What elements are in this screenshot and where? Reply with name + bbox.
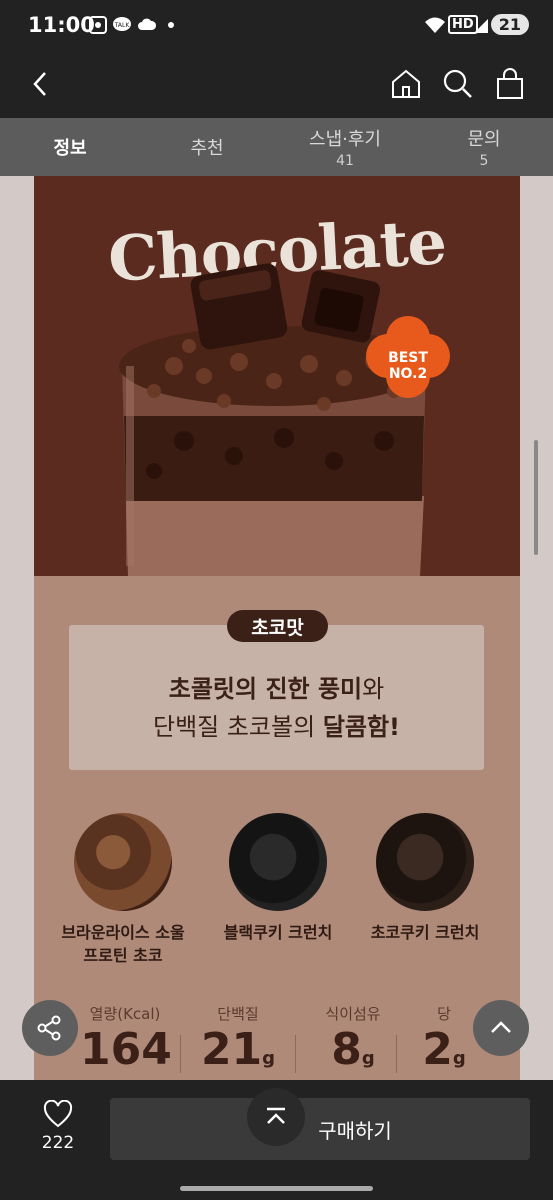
ingredient-item: 블랙쿠키 크런치 (203, 813, 353, 944)
nutrition-label: 식이섬유 (325, 1005, 381, 1023)
battery-indicator: 21 (490, 14, 529, 35)
nutrition-value: 21g (196, 1026, 280, 1083)
tab-label: 정보 (53, 138, 87, 159)
chevron-up-icon (491, 1021, 511, 1033)
collapse-button[interactable] (247, 1088, 305, 1146)
ingredient-item: 브라운라이스 소울프로틴 초코 (48, 813, 198, 967)
flavor-pill: 초코맛 (227, 610, 328, 642)
nutrition-number: 164 (80, 1024, 172, 1075)
ingredient-item: 초코쿠키 크런치 (350, 813, 500, 944)
app-bar (0, 52, 553, 118)
nutrition-value: 2g (412, 1026, 476, 1083)
talk-icon: TALK (113, 17, 131, 31)
tab-info[interactable]: 정보 (30, 118, 110, 176)
svg-text:TALK: TALK (114, 22, 131, 29)
ingredient-name: 초코쿠키 크런치 (370, 923, 480, 942)
tab-recommend[interactable]: 추천 (167, 118, 247, 176)
scroll-up-button[interactable] (473, 1000, 529, 1056)
status-bar: 11:00 TALK HD 21 (0, 0, 553, 52)
home-button[interactable] (384, 62, 428, 106)
search-button[interactable] (436, 62, 480, 106)
dessert-cup-illustration (119, 263, 450, 576)
tab-count: 5 (479, 153, 489, 169)
flavor-line-1: 초콜릿의 진한 풍미와 (69, 669, 484, 704)
back-button[interactable] (18, 62, 62, 106)
flavor-highlight: 초콜릿의 진한 풍미 (168, 675, 363, 703)
nutrition-label: 단백질 (217, 1005, 259, 1023)
wifi-icon (425, 17, 445, 33)
gesture-handle (180, 1186, 373, 1191)
ingredient-name-line: 프로틴 초코 (83, 946, 163, 965)
tab-label: 스냅·후기 (309, 129, 381, 150)
heart-icon (43, 1099, 73, 1128)
nutrition-label: 열량(Kcal) (89, 1005, 161, 1023)
like-button[interactable]: 222 (32, 1099, 84, 1153)
cloud-icon (138, 18, 157, 30)
tab-label: 추천 (190, 138, 224, 159)
buy-button[interactable]: 구매하기 (110, 1098, 530, 1160)
nutrition-number: 21 (200, 1024, 263, 1075)
scrollbar[interactable] (534, 440, 538, 555)
search-icon (443, 69, 472, 98)
dot-icon (168, 22, 174, 28)
cart-button[interactable] (488, 62, 532, 106)
tab-count: 41 (336, 153, 354, 169)
ingredient-name-line: 브라운라이스 소울 (61, 923, 185, 942)
screenshot-icon (89, 16, 107, 34)
nutrition-unit: g (361, 1048, 375, 1069)
ingredient-image (74, 813, 172, 911)
flavor-text: 단백질 초코볼의 (152, 713, 323, 741)
chevron-left-icon (33, 72, 46, 96)
share-button[interactable] (22, 1000, 78, 1056)
tab-inquiry[interactable]: 문의 5 (444, 118, 524, 176)
nutrition-calories: 열량(Kcal) 164 (80, 1003, 172, 1083)
flavor-text: 와 (362, 675, 385, 703)
nutrition-value: 8g (300, 1026, 406, 1083)
nutrition-divider (295, 1035, 296, 1073)
nutrition-fiber: 식이섬유 8g (300, 1003, 406, 1083)
nutrition-sugar: 당 2g (412, 1003, 476, 1083)
ingredient-image (376, 813, 474, 911)
ingredient-image (229, 813, 327, 911)
badge-text: BEST NO.2 (388, 350, 428, 382)
chevron-up-bar-icon (267, 1107, 285, 1124)
like-count: 222 (41, 1133, 75, 1153)
nutrition-value: 164 (80, 1024, 172, 1083)
nutrition-unit: g (452, 1048, 466, 1069)
nutrition-number: 2 (422, 1024, 453, 1075)
nutrition-number: 8 (331, 1024, 362, 1075)
product-tabs: 정보 추천 스냅·후기 41 문의 5 (0, 118, 553, 176)
home-icon (392, 69, 420, 98)
nutrition-divider (396, 1035, 397, 1073)
signal-icon (474, 19, 488, 33)
nutrition-label: 당 (437, 1005, 451, 1023)
nutrition-unit: g (262, 1048, 276, 1069)
status-time: 11:00 (28, 13, 95, 37)
ingredient-name: 블랙쿠키 크런치 (223, 923, 333, 942)
tab-reviews[interactable]: 스냅·후기 41 (290, 118, 400, 176)
tab-label: 문의 (467, 129, 501, 150)
bag-icon (497, 68, 523, 99)
flavor-highlight: 달콤함! (322, 713, 400, 741)
nutrition-divider (180, 1035, 181, 1073)
ingredient-name: 브라운라이스 소울프로틴 초코 (48, 921, 198, 967)
flavor-line-2: 단백질 초코볼의 달콤함! (69, 707, 484, 742)
share-icon (37, 1015, 61, 1041)
product-hero-image: Chocolate BEST NO.2 (34, 176, 520, 576)
nutrition-protein: 단백질 21g (196, 1003, 280, 1083)
